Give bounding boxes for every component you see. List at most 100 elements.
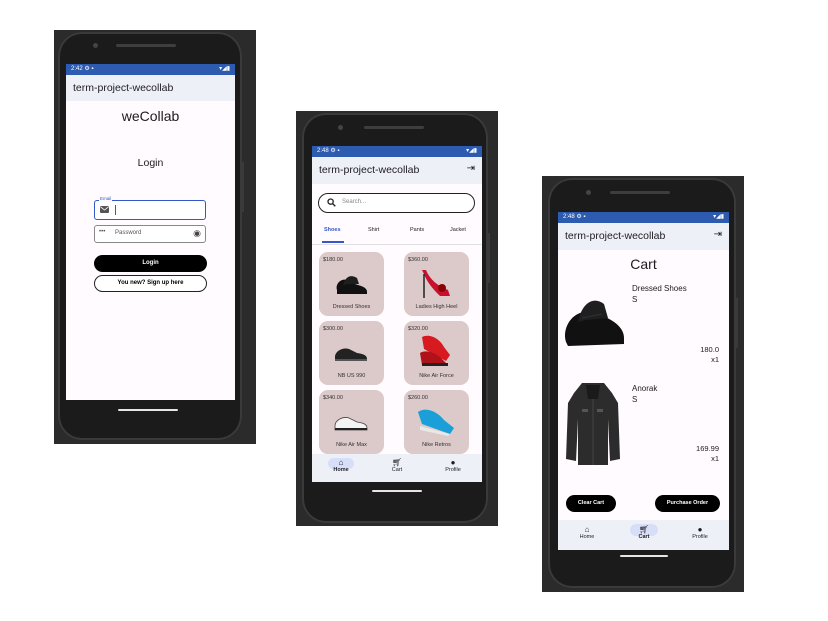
- front-camera: [93, 43, 98, 48]
- nav-cart-label: Cart: [638, 534, 650, 540]
- speaker-grille: [364, 126, 424, 129]
- bottom-nav: ⌂ Home 🛒︎ Cart ● Profile: [558, 520, 729, 550]
- power-button: [736, 298, 738, 348]
- cart-item-size: S: [632, 395, 638, 404]
- speaker-grille: [610, 191, 670, 194]
- category-tabs: Shoes Shirt Pants Jacket: [312, 224, 482, 245]
- product-name: Nike Air Max: [336, 442, 367, 448]
- product-card[interactable]: $180.00 Dressed Shoes: [319, 252, 384, 316]
- cart-item-price: 169.99: [696, 444, 719, 453]
- home-icon: ⌂: [338, 458, 344, 467]
- product-name: Nike Retros: [422, 442, 451, 448]
- signal-battery-icon: ▾◢▮: [466, 148, 477, 154]
- status-time: 2:48: [563, 214, 575, 220]
- product-name: Ladies High Heel: [415, 304, 458, 310]
- high-heel-image: [422, 270, 450, 298]
- dress-shoe-image: [336, 276, 367, 294]
- white-sneaker-image: [334, 417, 368, 431]
- settings-status-icon: ⚙ ▪: [576, 214, 586, 220]
- search-icon: [327, 198, 336, 207]
- power-button: [242, 162, 244, 212]
- nav-profile[interactable]: ● Profile: [681, 525, 719, 540]
- app-bar: term-project-wecollab: [66, 75, 235, 101]
- tab-indicator: [322, 241, 344, 243]
- logout-icon[interactable]: ⇥: [467, 163, 475, 174]
- nav-profile-label: Profile: [445, 467, 461, 473]
- search-placeholder: Search...: [342, 199, 367, 205]
- status-bar: 2:42 ⚙ ▪ ▾◢▮: [66, 64, 235, 75]
- cart-heading: Cart: [630, 256, 657, 272]
- gesture-nav-bar[interactable]: [620, 555, 668, 557]
- nav-profile[interactable]: ● Profile: [434, 458, 472, 473]
- app-title: term-project-wecollab: [565, 230, 666, 242]
- dress-shoe-image: [564, 300, 624, 346]
- nav-cart-label: Cart: [391, 467, 403, 473]
- brand-title: weCollab: [121, 108, 180, 124]
- logout-icon[interactable]: ⇥: [714, 229, 722, 240]
- search-bar[interactable]: Search...: [318, 193, 475, 213]
- product-card[interactable]: $260.00 Nike Retros: [404, 390, 469, 454]
- status-bar: 2:48 ⚙ ▪ ▾◢▮: [312, 146, 482, 157]
- cart-item[interactable]: Dressed Shoes S 180.0 x1: [558, 280, 729, 372]
- product-card[interactable]: $300.00 NB US 990: [319, 321, 384, 385]
- person-icon: ●: [450, 458, 456, 467]
- login-screen: 2:42 ⚙ ▪ ▾◢▮ term-project-wecollab weCol…: [66, 64, 235, 400]
- cart-item-size: S: [632, 295, 638, 304]
- product-price: $340.00: [323, 395, 343, 401]
- anorak-image: [566, 383, 620, 465]
- settings-status-icon: ⚙ ▪: [330, 148, 340, 154]
- status-time: 2:42: [71, 66, 83, 72]
- product-price: $260.00: [408, 395, 428, 401]
- signal-battery-icon: ▾◢▮: [713, 214, 724, 220]
- nav-cart[interactable]: 🛒︎ Cart: [378, 458, 416, 473]
- eye-icon[interactable]: ◉: [193, 228, 201, 239]
- tab-shoes[interactable]: Shoes: [324, 227, 341, 233]
- login-button[interactable]: Login: [94, 255, 207, 272]
- nav-home-label: Home: [333, 467, 349, 473]
- app-bar: term-project-wecollab ⇥: [558, 223, 729, 250]
- product-name: NB US 990: [337, 373, 366, 379]
- app-title: term-project-wecollab: [319, 164, 420, 176]
- cart-item[interactable]: Anorak S 169.99 x1: [558, 379, 729, 471]
- nav-profile-label: Profile: [692, 534, 708, 540]
- password-placeholder: Password: [115, 230, 142, 236]
- product-card[interactable]: $340.00 Nike Air Max: [319, 390, 384, 454]
- product-name: Dressed Shoes: [332, 304, 371, 310]
- nav-cart[interactable]: 🛒︎ Cart: [625, 525, 663, 540]
- product-price: $180.00: [323, 257, 343, 263]
- gesture-nav-bar[interactable]: [372, 490, 422, 492]
- purchase-order-button[interactable]: Purchase Order: [655, 495, 720, 512]
- bottom-nav: ⌂ Home 🛒︎ Cart ● Profile: [312, 454, 482, 482]
- product-name: Nike Air Force: [419, 373, 454, 379]
- cart-icon: 🛒︎: [391, 458, 403, 467]
- password-dots-icon: •••: [99, 229, 106, 235]
- product-card[interactable]: $360.00 Ladies High Heel: [404, 252, 469, 316]
- password-field[interactable]: ••• Password ◉: [94, 225, 206, 243]
- email-field[interactable]: Email: [94, 196, 206, 220]
- gesture-nav-bar[interactable]: [118, 409, 178, 411]
- cart-item-qty: x1: [711, 454, 719, 463]
- signal-battery-icon: ▾◢▮: [219, 66, 230, 72]
- clear-cart-button[interactable]: Clear Cart: [566, 495, 616, 512]
- nav-home-label: Home: [579, 534, 595, 540]
- cart-icon: 🛒︎: [638, 525, 650, 534]
- speaker-grille: [116, 44, 176, 47]
- product-price: $360.00: [408, 257, 428, 263]
- tab-pants[interactable]: Pants: [410, 227, 424, 233]
- nav-home[interactable]: ⌂ Home: [322, 458, 360, 473]
- nav-home[interactable]: ⌂ Home: [568, 525, 606, 540]
- login-heading: Login: [137, 157, 164, 169]
- tab-jacket[interactable]: Jacket: [450, 227, 466, 233]
- app-title: term-project-wecollab: [73, 82, 174, 94]
- settings-status-icon: ⚙ ▪: [84, 66, 94, 72]
- email-field-label: Email: [99, 196, 113, 201]
- text-cursor: [115, 205, 116, 215]
- cart-item-name: Anorak: [632, 384, 658, 393]
- status-time: 2:48: [317, 148, 329, 154]
- front-camera: [586, 190, 591, 195]
- red-sneaker-image: [420, 335, 450, 366]
- status-bar: 2:48 ⚙ ▪ ▾◢▮: [558, 212, 729, 223]
- product-card[interactable]: $320.00 Nike Air Force: [404, 321, 469, 385]
- signup-button[interactable]: You new? Sign up here: [94, 275, 207, 292]
- tab-shirt[interactable]: Shirt: [368, 227, 379, 233]
